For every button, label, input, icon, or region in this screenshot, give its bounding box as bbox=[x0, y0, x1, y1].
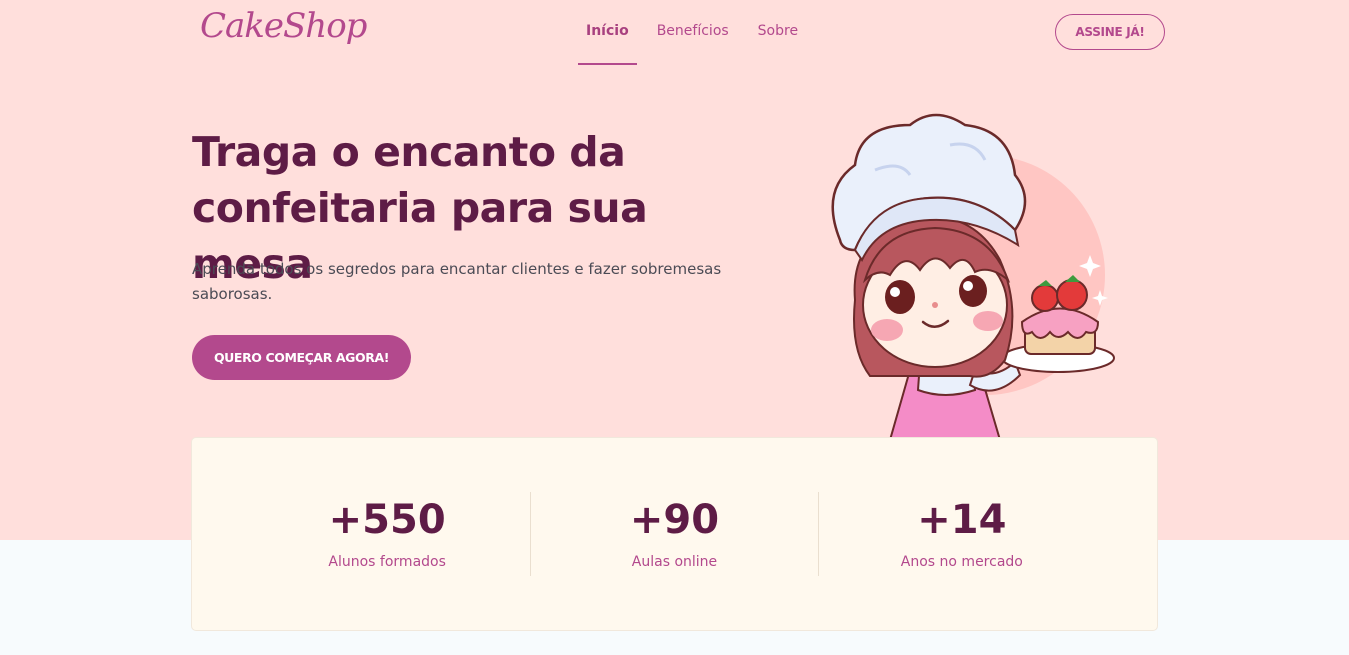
nav-item-beneficios[interactable]: Benefícios bbox=[657, 0, 729, 65]
subscribe-button[interactable]: ASSINE JÁ! bbox=[1055, 14, 1165, 50]
nav-item-sobre[interactable]: Sobre bbox=[758, 0, 798, 65]
stat-value: +550 bbox=[328, 497, 446, 543]
stat-years: +14 Anos no mercado bbox=[819, 492, 1105, 576]
stat-label: Aulas online bbox=[631, 554, 718, 570]
nav-item-inicio[interactable]: Início bbox=[578, 0, 637, 65]
main-nav: Início Benefícios Sobre bbox=[578, 0, 827, 65]
chef-girl-illustration bbox=[831, 113, 1115, 440]
stats-card: +550 Alunos formados +90 Aulas online +1… bbox=[192, 438, 1157, 630]
stat-label: Alunos formados bbox=[328, 554, 446, 570]
stat-classes: +90 Aulas online bbox=[531, 492, 819, 576]
stat-label: Anos no mercado bbox=[900, 554, 1023, 570]
start-now-button[interactable]: QUERO COMEÇAR AGORA! bbox=[192, 335, 411, 380]
logo[interactable]: CakeShop bbox=[200, 6, 367, 46]
hero-subtitle: Aprenda todos os segredos para encantar … bbox=[192, 260, 722, 303]
stat-value: +90 bbox=[629, 497, 720, 543]
stat-value: +14 bbox=[917, 497, 1007, 543]
stat-students: +550 Alunos formados bbox=[244, 492, 532, 576]
